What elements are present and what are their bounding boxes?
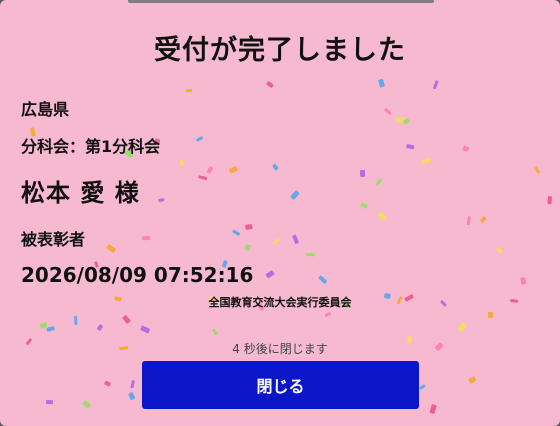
confetti-piece <box>480 216 487 223</box>
confetti-piece <box>306 253 316 257</box>
organizer-text: 全国教育交流大会実行委員会 <box>208 296 352 309</box>
confetti-piece <box>547 196 552 205</box>
confetti-piece <box>433 80 439 90</box>
confetti-piece <box>106 244 116 253</box>
confetti-piece <box>39 322 48 329</box>
confetti-piece <box>122 315 131 324</box>
window-top-handle <box>128 0 434 3</box>
confetti-piece <box>378 212 386 221</box>
confetti-piece <box>104 380 111 387</box>
confetti-piece <box>457 322 467 332</box>
confetti-piece <box>196 136 204 142</box>
confetti-piece <box>292 234 299 244</box>
confetti-piece <box>82 400 91 409</box>
confetti-piece <box>186 89 192 92</box>
confetti-piece <box>384 108 392 115</box>
confetti-piece <box>318 275 327 284</box>
confetti-piece <box>266 81 274 88</box>
prefecture-text: 広島県 <box>21 100 70 119</box>
confetti-piece <box>496 247 503 254</box>
confetti-piece <box>468 376 477 384</box>
close-button[interactable]: 閉じる <box>142 361 419 409</box>
dialog-title: 受付が完了しました <box>154 35 406 66</box>
confetti-piece <box>378 78 385 88</box>
confetti-piece <box>46 400 54 405</box>
confetti-piece <box>140 325 150 334</box>
confetti-piece <box>74 315 78 325</box>
confetti-piece <box>97 324 103 331</box>
attendee-name: 松本 愛 様 <box>21 179 140 207</box>
confetti-piece <box>403 118 410 125</box>
confetti-piece <box>265 270 275 279</box>
confetti-piece <box>421 158 431 165</box>
confetti-piece <box>272 163 279 171</box>
confetti-piece <box>419 384 426 390</box>
confetti-piece <box>206 166 214 174</box>
confetti-piece <box>462 145 470 152</box>
confetti-piece <box>158 198 165 202</box>
confetti-piece <box>375 178 383 186</box>
confetti-piece <box>487 312 493 319</box>
confetti-piece <box>360 169 366 177</box>
confetti-piece <box>290 190 300 200</box>
confetti-piece <box>272 238 280 245</box>
confetti-piece <box>534 166 540 174</box>
confetti-piece <box>324 312 331 317</box>
confetti-piece <box>396 117 404 123</box>
confetti-piece <box>429 404 437 414</box>
confetti-piece <box>232 229 241 236</box>
confetti-piece <box>198 175 208 181</box>
confetti-piece <box>244 244 251 251</box>
confetti-piece <box>360 202 368 209</box>
confetti-piece <box>520 277 527 285</box>
confetti-piece <box>130 380 135 389</box>
award-text: 被表彰者 <box>21 230 86 249</box>
confetti-piece <box>180 159 184 166</box>
confetti-piece <box>212 328 218 335</box>
section-text: 分科会：第1分科会 <box>21 137 161 156</box>
confetti-piece <box>46 326 55 332</box>
confetti-piece <box>406 144 415 150</box>
completion-dialog: 受付が完了しました 広島県 分科会：第1分科会 松本 愛 様 被表彰者 2026… <box>0 0 560 426</box>
confetti-piece <box>228 166 238 174</box>
confetti-piece <box>245 224 253 230</box>
countdown-text: 4 秒後に閉じます <box>232 342 328 356</box>
confetti-piece <box>142 236 151 241</box>
timestamp: 2026/08/09 07:52:16 <box>21 263 254 287</box>
confetti-piece <box>128 392 136 401</box>
confetti-piece <box>466 216 471 226</box>
